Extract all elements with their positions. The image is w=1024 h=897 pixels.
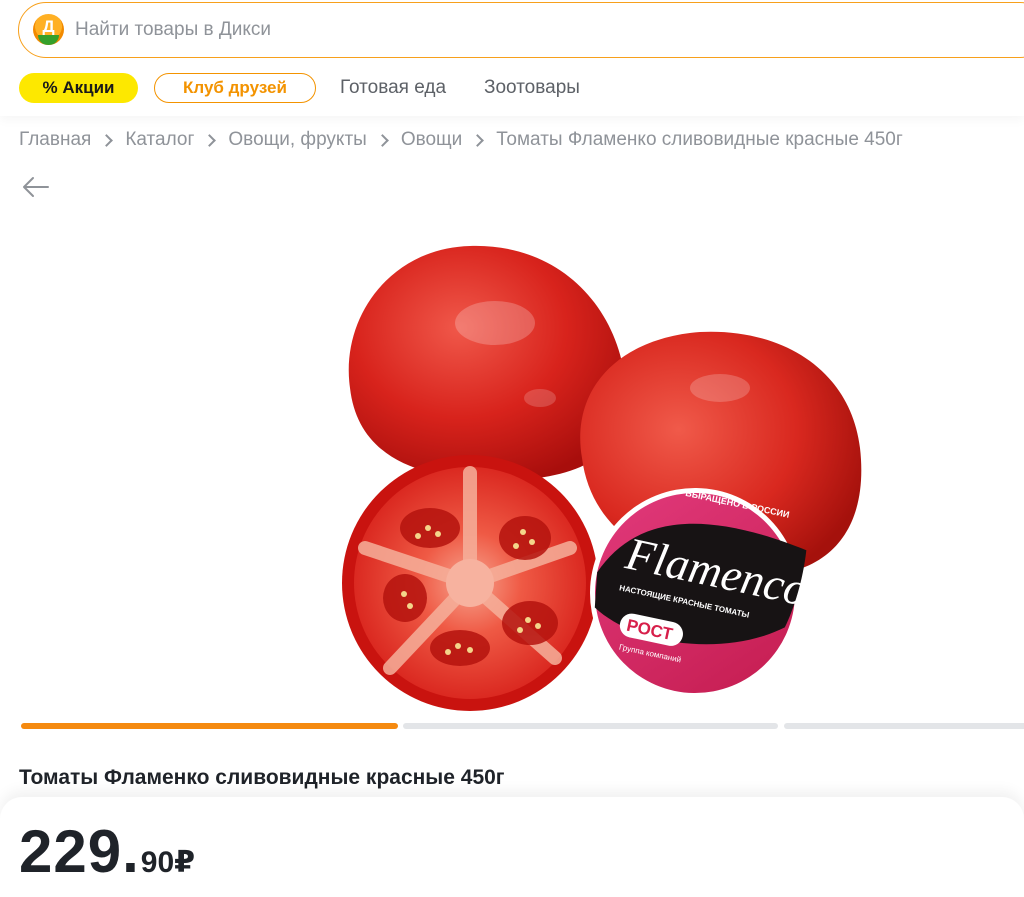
breadcrumb-item-vegetables-fruits[interactable]: Овощи, фрукты [228,127,366,153]
logo-letter: Д [42,17,55,36]
breadcrumb-item-current: Томаты Фламенко сливовидные красные 450г [496,129,903,150]
arrow-left-icon [23,177,49,197]
gallery-indicator-1[interactable] [21,723,398,729]
chevron-right-icon [462,127,496,153]
chevron-right-icon [91,127,125,153]
price-fraction: 90 [140,846,175,879]
nav-link-pet-goods[interactable]: Зоотовары [484,76,580,100]
back-button[interactable] [21,175,51,199]
sale-chip[interactable]: % Акции [19,73,138,103]
product-image[interactable]: ВЫРАЩЕНО В РОССИИ Flamenco НАСТОЯЩИЕ КРА… [320,228,880,718]
search-bar[interactable]: Д [18,2,1024,58]
price-integer: 229 [19,818,123,885]
breadcrumb-item-vegetables[interactable]: Овощи [401,127,462,153]
dixy-logo-icon[interactable]: Д [33,14,64,45]
breadcrumb-item-home[interactable]: Главная [19,127,91,153]
club-chip[interactable]: Клуб друзей [154,73,316,103]
breadcrumb-item-catalog[interactable]: Каталог [125,127,194,153]
logo-smile [38,35,59,45]
price-separator: . [122,818,139,885]
breadcrumb: Главная Каталог Овощи, фрукты Овощи Тома… [19,127,903,153]
currency-symbol: ₽ [174,846,196,879]
chevron-right-icon [194,127,228,153]
gallery-progress [0,723,1024,731]
chevron-right-icon [367,127,401,153]
site-header: Д % Акции Клуб друзей Готовая еда Зоотов… [0,0,1024,116]
tomatoes-image: ВЫРАЩЕНО В РОССИИ Flamenco НАСТОЯЩИЕ КРА… [342,245,862,711]
product-price: 229.90₽ [19,819,195,885]
gallery-indicator-2[interactable] [403,723,778,729]
search-input[interactable] [75,16,975,44]
nav-link-ready-food[interactable]: Готовая еда [340,76,446,100]
product-title: Томаты Фламенко сливовидные красные 450г [19,766,505,789]
gallery-indicator-3[interactable] [784,723,1024,729]
